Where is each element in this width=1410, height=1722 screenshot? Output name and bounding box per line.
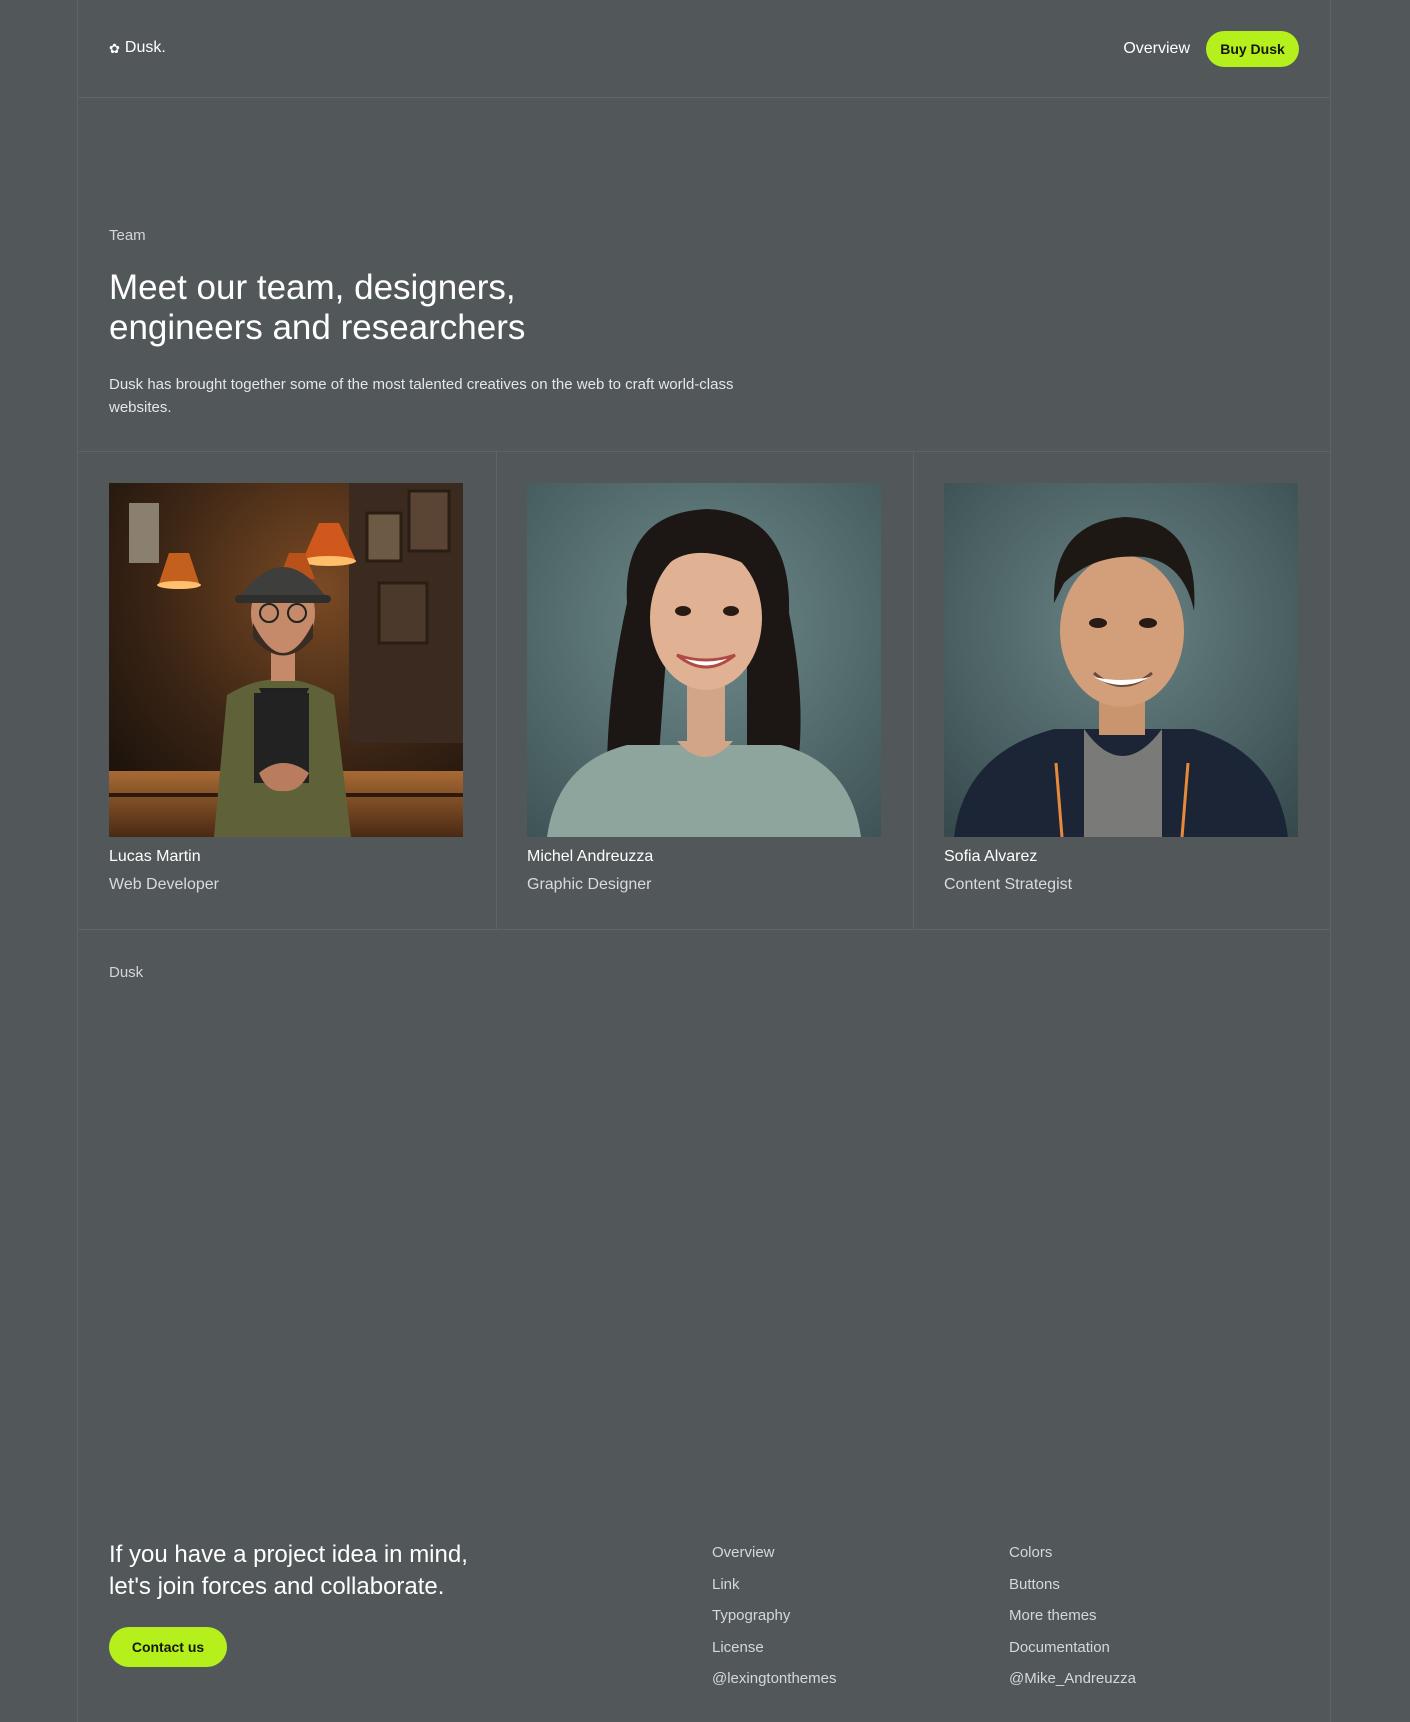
page-title-line-2: engineers and researchers <box>109 308 526 347</box>
section-label: Dusk <box>109 964 144 981</box>
footer-link-link[interactable]: Link <box>712 1576 740 1593</box>
team-column-divider <box>913 451 914 929</box>
flower-logo-icon: ✿ <box>109 40 120 56</box>
member-role: Content Strategist <box>944 876 1073 893</box>
team-divider <box>78 929 1330 930</box>
nav-overview-link[interactable]: Overview <box>1123 40 1190 58</box>
cta-heading-line-1: If you have a project idea in mind, <box>109 1541 468 1568</box>
footer-link-item: License <box>712 1638 836 1670</box>
footer-link-typography[interactable]: Typography <box>712 1607 790 1624</box>
logo-text: Dusk. <box>124 39 166 56</box>
member-name: Michel Andreuzza <box>527 848 654 865</box>
footer-links-column-2: Colors Buttons More themes Documentation… <box>1009 1543 1136 1701</box>
contact-us-button[interactable]: Contact us <box>109 1627 227 1667</box>
portrait-man-cap-cafe-image <box>109 483 463 837</box>
footer-link-item: More themes <box>1009 1606 1136 1638</box>
page-title: Meet our team, designers, engineers and … <box>109 268 669 348</box>
hero-divider <box>78 451 1330 452</box>
footer-link-lexingtonthemes[interactable]: @lexingtonthemes <box>712 1670 836 1687</box>
portrait-man-navy-hoodie-image <box>944 483 1298 837</box>
hero-description: Dusk has brought together some of the mo… <box>109 376 734 416</box>
footer-link-item: Typography <box>712 1606 836 1638</box>
buy-dusk-button[interactable]: Buy Dusk <box>1206 31 1299 67</box>
logo[interactable]: ✿ Dusk. <box>109 39 166 57</box>
cta-heading-line-2: let's join forces and collaborate. <box>109 1573 445 1600</box>
team-card: Sofia Alvarez Content Strategist <box>944 483 1298 895</box>
team-photo <box>527 483 881 837</box>
member-name: Lucas Martin <box>109 848 201 865</box>
footer-link-buttons[interactable]: Buttons <box>1009 1576 1060 1593</box>
footer-link-item: Overview <box>712 1543 836 1575</box>
team-card: Lucas Martin Web Developer <box>109 483 463 895</box>
footer-link-colors[interactable]: Colors <box>1009 1544 1052 1561</box>
page-title-line-1: Meet our team, designers, <box>109 268 516 307</box>
team-photo <box>944 483 1298 837</box>
footer-link-item: Buttons <box>1009 1575 1136 1607</box>
footer-link-mike-andreuzza[interactable]: @Mike_Andreuzza <box>1009 1670 1136 1687</box>
footer-link-item: @Mike_Andreuzza <box>1009 1669 1136 1701</box>
member-role: Web Developer <box>109 876 219 893</box>
footer-link-item: Colors <box>1009 1543 1136 1575</box>
footer-link-license[interactable]: License <box>712 1639 764 1656</box>
footer-links-column-1: Overview Link Typography License @lexing… <box>712 1543 836 1701</box>
portrait-woman-teal-tshirt-image <box>527 483 881 837</box>
team-card: Michel Andreuzza Graphic Designer <box>527 483 881 895</box>
page-frame: ✿ Dusk. Overview Buy Dusk Team Meet our … <box>77 0 1331 1722</box>
footer-link-item: @lexingtonthemes <box>712 1669 836 1701</box>
member-name: Sofia Alvarez <box>944 848 1038 865</box>
header-divider <box>78 97 1330 98</box>
cta-heading: If you have a project idea in mind, let'… <box>109 1539 549 1603</box>
footer-link-overview[interactable]: Overview <box>712 1544 775 1561</box>
team-column-divider <box>496 451 497 929</box>
footer-link-item: Documentation <box>1009 1638 1136 1670</box>
footer-link-documentation[interactable]: Documentation <box>1009 1639 1110 1656</box>
footer-link-item: Link <box>712 1575 836 1607</box>
member-role: Graphic Designer <box>527 876 652 893</box>
section-eyebrow: Team <box>109 227 146 244</box>
footer-link-more-themes[interactable]: More themes <box>1009 1607 1097 1624</box>
team-photo <box>109 483 463 837</box>
